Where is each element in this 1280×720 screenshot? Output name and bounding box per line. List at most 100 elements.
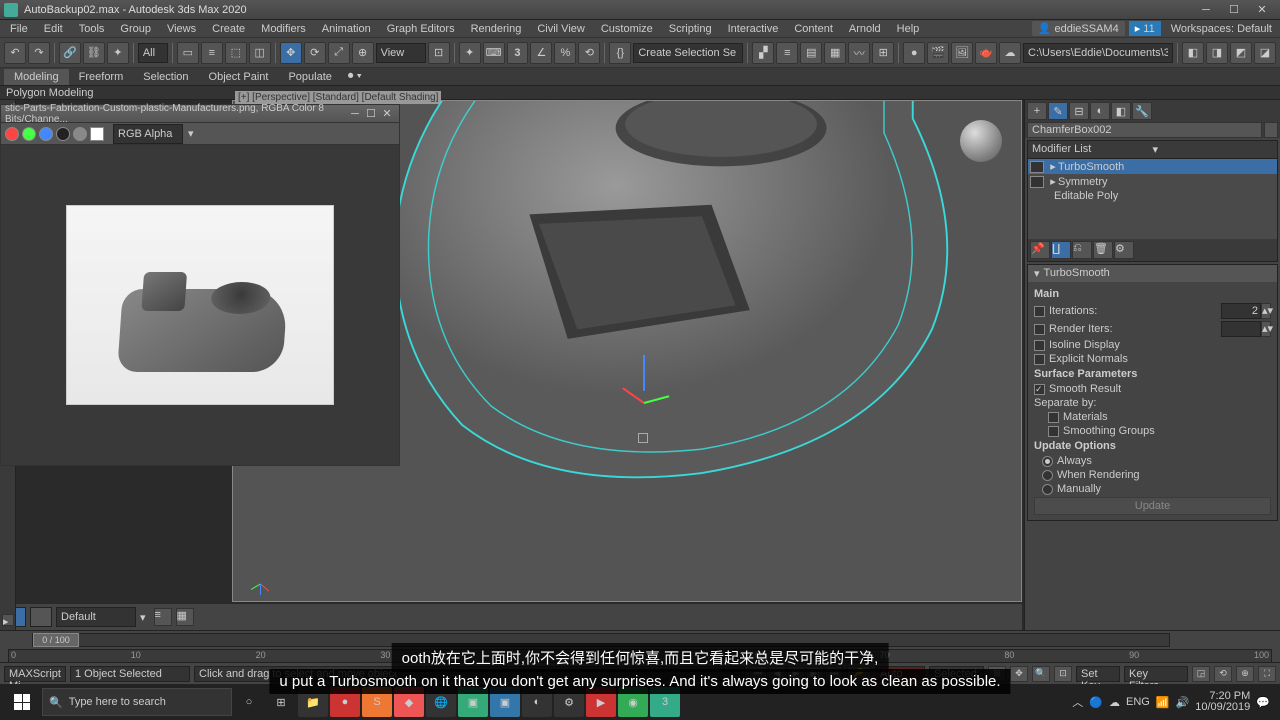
select-object-button[interactable]: ▭ [177, 42, 199, 64]
always-radio[interactable] [1042, 456, 1053, 467]
nav-btn-8[interactable]: ⛶ [1258, 666, 1276, 682]
tb-extra-3[interactable]: ◩ [1230, 42, 1252, 64]
taskbar-search[interactable]: 🔍Type here to search [42, 688, 232, 716]
view-cube[interactable] [955, 115, 1007, 167]
menu-group[interactable]: Group [112, 21, 159, 37]
tab-motion[interactable]: ◐ [1090, 102, 1110, 120]
tab-create[interactable]: + [1027, 102, 1047, 120]
layer-btn-2[interactable] [30, 607, 52, 627]
dropdown-arrow-icon[interactable]: ▾ [188, 127, 194, 140]
time-slider-thumb[interactable]: 0 / 100 [33, 633, 79, 647]
toggle-ribbon-button[interactable]: ▦ [824, 42, 846, 64]
tray-wifi-icon[interactable]: 📶 [1156, 696, 1170, 709]
object-color-swatch[interactable] [1264, 122, 1278, 138]
tb-extra-1[interactable]: ◧ [1182, 42, 1204, 64]
menu-edit[interactable]: Edit [36, 21, 71, 37]
channel-green-icon[interactable] [22, 127, 36, 141]
ribbon-rec-icon[interactable]: ⏺ ▾ [348, 70, 362, 83]
tray-volume-icon[interactable]: 🔊 [1176, 696, 1190, 709]
layer-filter-1[interactable]: ≡ [154, 608, 172, 626]
eye-icon[interactable] [1030, 176, 1044, 188]
select-name-button[interactable]: ≡ [201, 42, 223, 64]
menu-modifiers[interactable]: Modifiers [253, 21, 314, 37]
isoline-checkbox[interactable] [1034, 340, 1045, 351]
ribbon-tab-selection[interactable]: Selection [133, 69, 198, 85]
spinner-arrows-icon[interactable]: ▴▾ [1261, 321, 1271, 337]
ribbon-tab-populate[interactable]: Populate [278, 69, 341, 85]
render-in-cloud-button[interactable]: ☁ [999, 42, 1021, 64]
smooth-result-checkbox[interactable] [1034, 384, 1045, 395]
tray-icon-1[interactable]: 🔵 [1089, 696, 1103, 709]
tray-chevron-icon[interactable]: ︿ [1072, 694, 1083, 710]
renderiters-enable-checkbox[interactable] [1034, 324, 1045, 335]
ref-coord-dropdown[interactable] [376, 43, 426, 63]
menu-rendering[interactable]: Rendering [463, 21, 530, 37]
layer-dropdown-icon[interactable]: ▾ [140, 611, 146, 624]
spinner-snap-button[interactable]: ⟲ [578, 42, 600, 64]
menu-arnold[interactable]: Arnold [841, 21, 889, 37]
iterations-spinner[interactable] [1221, 303, 1261, 319]
spinner-arrows-icon[interactable]: ▴▾ [1261, 303, 1271, 319]
menu-views[interactable]: Views [159, 21, 204, 37]
nav-btn-6[interactable]: ⟲ [1214, 666, 1232, 682]
menu-content[interactable]: Content [786, 21, 841, 37]
layers-button[interactable]: ▤ [800, 42, 822, 64]
configure-sets-button[interactable]: ⚙ [1114, 241, 1134, 259]
modifier-turbosmooth[interactable]: ▸TurboSmooth [1028, 159, 1277, 174]
modifier-stack[interactable]: ▸TurboSmooth ▸Symmetry Editable Poly [1028, 159, 1277, 239]
refwin-titlebar[interactable]: stic-Parts-Fabrication-Custom-plastic-Ma… [1, 105, 399, 123]
channel-alpha-icon[interactable] [56, 127, 70, 141]
close-button[interactable]: ✕ [1248, 2, 1276, 18]
named-selection-input[interactable] [633, 43, 743, 63]
curve-editor-button[interactable]: 〰 [848, 42, 870, 64]
pin-stack-button[interactable]: 📌 [1030, 241, 1050, 259]
signed-in-user[interactable]: 👤 eddieSSAM4 [1032, 21, 1125, 36]
refwin-maximize[interactable]: ☐ [363, 107, 379, 120]
ribbon-panel-label[interactable]: Polygon Modeling [6, 87, 93, 99]
cortana-icon[interactable]: ○ [234, 687, 264, 717]
channel-blue-icon[interactable] [39, 127, 53, 141]
render-button[interactable]: 🫖 [975, 42, 997, 64]
bind-button[interactable]: ✦ [107, 42, 129, 64]
left-toolbar-toggle[interactable]: ▸ [2, 614, 14, 626]
maximize-button[interactable]: ☐ [1220, 2, 1248, 18]
materials-checkbox[interactable] [1048, 412, 1059, 423]
iterations-enable-checkbox[interactable] [1034, 306, 1045, 317]
menu-civilview[interactable]: Civil View [529, 21, 592, 37]
use-pivot-button[interactable]: ⊡ [428, 42, 450, 64]
tab-modify[interactable]: ✎ [1048, 102, 1068, 120]
mirror-button[interactable]: ▞ [752, 42, 774, 64]
select-manipulate-button[interactable]: ✦ [459, 42, 481, 64]
setkey-button[interactable]: Set Key [1076, 666, 1120, 682]
selection-filter[interactable] [138, 43, 168, 63]
material-editor-button[interactable]: ● [903, 42, 925, 64]
tab-utilities[interactable]: 🔧 [1132, 102, 1152, 120]
ribbon-tab-objectpaint[interactable]: Object Paint [199, 69, 279, 85]
rendered-frame-button[interactable]: 🖼 [951, 42, 973, 64]
select-region-button[interactable]: ⬚ [225, 42, 247, 64]
menu-interactive[interactable]: Interactive [720, 21, 787, 37]
keyfilters-button[interactable]: Key Filters... [1124, 666, 1188, 682]
modifier-symmetry[interactable]: ▸Symmetry [1028, 174, 1277, 189]
schematic-view-button[interactable]: ⊞ [872, 42, 894, 64]
snap-toggle-button[interactable]: 3 [507, 42, 529, 64]
notifications-icon[interactable]: 💬 [1256, 696, 1270, 709]
ribbon-tab-modeling[interactable]: Modeling [4, 69, 69, 85]
explicit-normals-checkbox[interactable] [1034, 354, 1045, 365]
nav-btn-5[interactable]: ◲ [1192, 666, 1210, 682]
select-place-button[interactable]: ⊕ [352, 42, 374, 64]
tb-extra-2[interactable]: ◨ [1206, 42, 1228, 64]
render-setup-button[interactable]: 🎬 [927, 42, 949, 64]
update-button[interactable]: Update [1034, 497, 1271, 515]
redo-button[interactable]: ↷ [28, 42, 50, 64]
layer-name-input[interactable] [56, 607, 136, 627]
tab-hierarchy[interactable]: ⊟ [1069, 102, 1089, 120]
nav-btn-3[interactable]: 🔍 [1032, 666, 1050, 682]
eye-icon[interactable] [1030, 161, 1044, 173]
ribbon-tab-freeform[interactable]: Freeform [69, 69, 134, 85]
renderiters-spinner[interactable] [1221, 321, 1261, 337]
menu-file[interactable]: File [2, 21, 36, 37]
menu-create[interactable]: Create [204, 21, 253, 37]
modifier-list-dropdown[interactable]: Modifier List▾ [1028, 141, 1277, 159]
select-move-button[interactable]: ✥ [280, 42, 302, 64]
